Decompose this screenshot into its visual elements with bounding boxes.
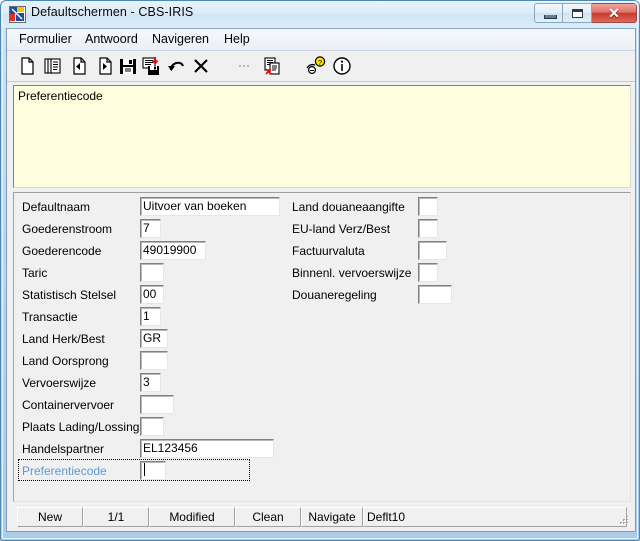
previous-record-icon[interactable] bbox=[67, 54, 91, 78]
field-label-douaneregeling: Douaneregeling bbox=[292, 288, 377, 302]
field-input-handelspartner[interactable]: EL123456 bbox=[140, 439, 274, 458]
delete-icon[interactable] bbox=[189, 54, 213, 78]
undo-icon[interactable] bbox=[165, 54, 189, 78]
message-pane[interactable]: Preferentiecode bbox=[13, 85, 631, 188]
field-input-douaneregeling[interactable] bbox=[418, 285, 452, 304]
form-row-land-oorsprong: Land Oorsprong bbox=[14, 350, 630, 372]
form-row-vervoerswijze: Vervoerswijze 3 bbox=[14, 372, 630, 394]
menu-item-help[interactable]: Help bbox=[222, 32, 252, 46]
title-bar[interactable]: Defaultschermen - CBS-IRIS ✕ bbox=[1, 1, 639, 28]
toolbar: ? bbox=[7, 51, 635, 82]
next-record-icon[interactable] bbox=[93, 54, 117, 78]
field-label-handelspartner: Handelspartner bbox=[22, 442, 105, 456]
form-row-douaneregeling: Douaneregeling bbox=[14, 284, 630, 306]
field-input-eu-land-verz-best[interactable] bbox=[418, 219, 438, 238]
resize-grip-icon[interactable] bbox=[617, 513, 630, 526]
field-input-plaats-lading-lossing[interactable] bbox=[140, 417, 164, 436]
text-caret bbox=[144, 463, 145, 476]
client-area: Formulier Antwoord Navigeren Help ? Pref… bbox=[6, 28, 636, 532]
field-input-land-oorsprong[interactable] bbox=[140, 351, 168, 370]
field-label-preferentiecode: Preferentiecode bbox=[22, 464, 107, 478]
field-input-transactie[interactable]: 1 bbox=[140, 307, 161, 326]
form-row-containervervoer: Containervervoer bbox=[14, 394, 630, 416]
status-cell-modified: Modified bbox=[149, 507, 235, 527]
status-cell-clean: Clean bbox=[235, 507, 301, 527]
maximize-button[interactable] bbox=[563, 3, 592, 23]
field-input-binnenl-vervoerswijze[interactable] bbox=[418, 263, 438, 282]
form-row-handelspartner: Handelspartner EL123456 bbox=[14, 438, 630, 460]
new-record-icon[interactable] bbox=[15, 54, 39, 78]
duplicate-records-icon[interactable] bbox=[41, 54, 65, 78]
svg-text:?: ? bbox=[318, 58, 322, 67]
field-label-land-douaneaangifte: Land douaneaangifte bbox=[292, 200, 405, 214]
field-input-preferentiecode[interactable] bbox=[140, 461, 166, 480]
field-label-land-oorsprong: Land Oorsprong bbox=[22, 354, 109, 368]
window-title: Defaultschermen - CBS-IRIS bbox=[31, 5, 194, 19]
copy-delete-icon[interactable] bbox=[260, 54, 284, 78]
form-row-factuurvaluta: Factuurvaluta bbox=[14, 240, 630, 262]
field-label-containervervoer: Containervervoer bbox=[22, 398, 115, 412]
field-label-transactie: Transactie bbox=[22, 310, 78, 324]
minimize-icon bbox=[544, 15, 557, 19]
status-cell-form: Deflt10 bbox=[363, 507, 627, 527]
menu-item-formulier[interactable]: Formulier bbox=[17, 32, 74, 46]
more-options-icon bbox=[234, 54, 258, 78]
field-label-vervoerswijze: Vervoerswijze bbox=[22, 376, 97, 390]
form-row-land-herk-best: Land Herk/Best GR bbox=[14, 328, 630, 350]
status-cell-navigate: Navigate bbox=[301, 507, 363, 527]
info-icon[interactable] bbox=[330, 54, 354, 78]
form-row-land-douaneaangifte: Land douaneaangifte bbox=[14, 196, 630, 218]
field-input-vervoerswijze[interactable]: 3 bbox=[140, 373, 161, 392]
form-row-preferentiecode: Preferentiecode bbox=[14, 459, 630, 482]
save-icon[interactable] bbox=[116, 54, 140, 78]
close-button[interactable]: ✕ bbox=[592, 3, 637, 23]
menu-item-navigeren[interactable]: Navigeren bbox=[150, 32, 211, 46]
menu-item-antwoord[interactable]: Antwoord bbox=[83, 32, 140, 46]
form-row-eu-land-verz-best: EU-land Verz/Best bbox=[14, 218, 630, 240]
field-input-land-herk-best[interactable]: GR bbox=[140, 329, 168, 348]
field-input-factuurvaluta[interactable] bbox=[418, 241, 447, 260]
query-help-icon[interactable]: ? bbox=[304, 54, 328, 78]
menu-bar: Formulier Antwoord Navigeren Help bbox=[7, 29, 635, 51]
status-cell-new[interactable]: New bbox=[17, 507, 83, 527]
maximize-icon bbox=[572, 9, 583, 18]
field-label-binnenl-vervoerswijze: Binnenl. vervoerswijze bbox=[292, 266, 412, 280]
field-input-land-douaneaangifte[interactable] bbox=[418, 197, 438, 216]
close-icon: ✕ bbox=[608, 5, 620, 21]
message-text: Preferentiecode bbox=[18, 89, 103, 103]
window-controls: ✕ bbox=[534, 3, 637, 23]
field-label-land-herk-best: Land Herk/Best bbox=[22, 332, 105, 346]
field-label-plaats-lading-lossing: Plaats Lading/Lossing bbox=[22, 420, 140, 434]
field-label-eu-land-verz-best: EU-land Verz/Best bbox=[292, 222, 391, 236]
minimize-button[interactable] bbox=[534, 3, 563, 23]
field-input-containervervoer[interactable] bbox=[140, 395, 174, 414]
status-bar: New 1/1 Modified Clean Navigate Deflt10 bbox=[13, 507, 631, 527]
form-row-transactie: Transactie 1 bbox=[14, 306, 630, 328]
form-panel: Defaultnaam Uitvoer van boeken Goederenstr… bbox=[13, 192, 631, 502]
field-label-factuurvaluta: Factuurvaluta bbox=[292, 244, 365, 258]
status-cell-record: 1/1 bbox=[83, 507, 149, 527]
app-icon bbox=[9, 6, 26, 23]
form-row-plaats-lading-lossing: Plaats Lading/Lossing bbox=[14, 416, 630, 438]
save-and-close-icon[interactable] bbox=[140, 54, 164, 78]
form-row-binnenl-vervoerswijze: Binnenl. vervoerswijze bbox=[14, 262, 630, 284]
application-window: Defaultschermen - CBS-IRIS ✕ Formulier A… bbox=[0, 0, 640, 541]
